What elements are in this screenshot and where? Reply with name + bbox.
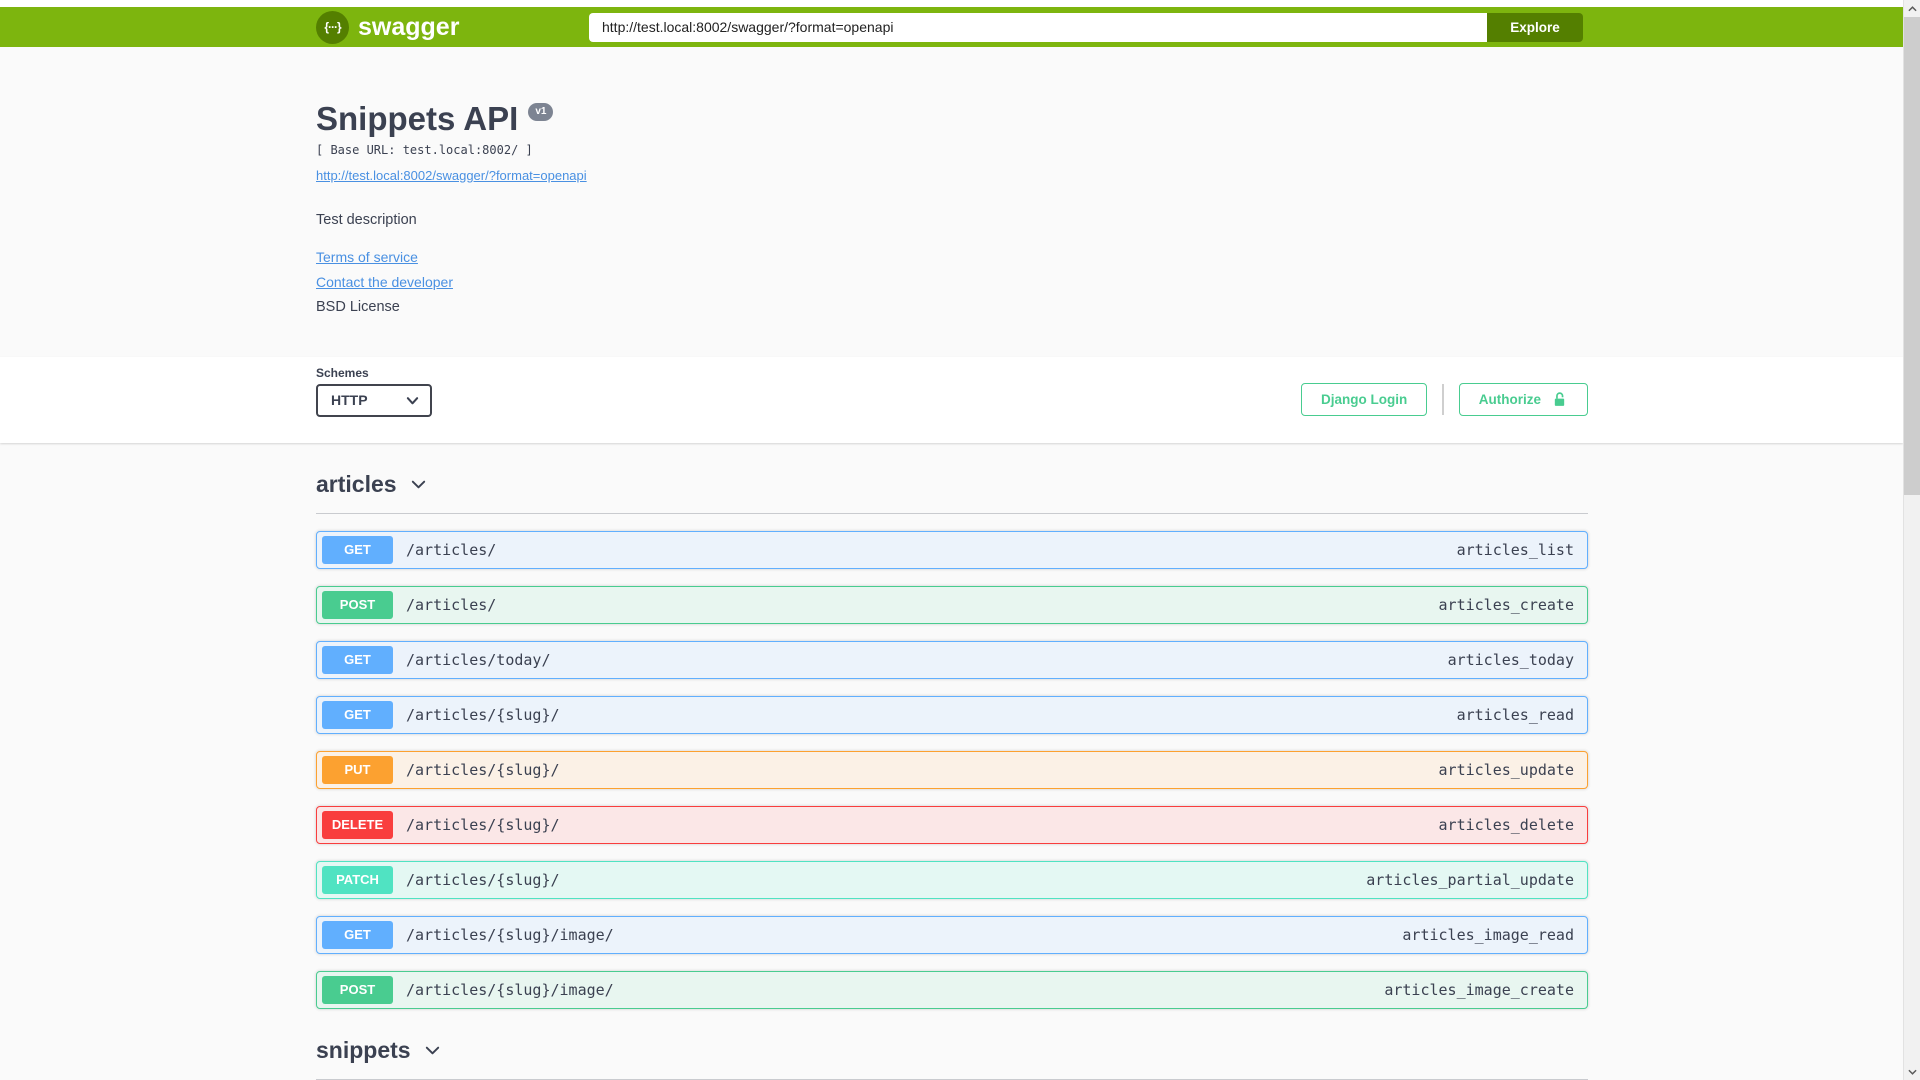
vertical-scrollbar[interactable] [1903, 0, 1920, 1080]
section-header-articles[interactable]: articles [316, 470, 1588, 514]
method-badge-patch: PATCH [322, 865, 393, 894]
spec-link[interactable]: http://test.local:8002/swagger/?format=o… [316, 168, 587, 183]
method-badge-post: POST [322, 590, 393, 619]
chevron-down-icon [411, 480, 425, 489]
opblock-articles_list[interactable]: GET/articles/articles_list [316, 530, 1588, 569]
api-section-snippets: snippetsGET/snippets/snippets_list [316, 1009, 1588, 1080]
schemes-label: Schemes [316, 365, 369, 380]
schemes-block: Schemes HTTP [316, 357, 432, 417]
operation-path: /articles/{slug}/ [406, 705, 560, 724]
auth-divider [1442, 384, 1444, 416]
api-title-text: Snippets API [316, 100, 519, 137]
opblock-articles_update[interactable]: PUT/articles/{slug}/ articles_update [316, 750, 1588, 789]
method-badge-put: PUT [322, 755, 393, 784]
operation-path: /articles/{slug}/image/ [406, 925, 614, 944]
license-text: BSD License [316, 298, 400, 315]
api-info-section: Snippets API v1 [ Base URL: test.local:8… [0, 47, 1903, 357]
opblock-articles_create[interactable]: POST/articles/articles_create [316, 585, 1588, 624]
section-title: articles [316, 470, 397, 497]
swagger-logo-icon: {···} [316, 10, 349, 44]
authorize-label: Authorize [1478, 392, 1541, 408]
chevron-down-icon [406, 397, 419, 405]
operation-path: /articles/ [406, 595, 497, 614]
operation-id: articles_image_read [1402, 925, 1574, 944]
method-badge-get: GET [322, 535, 393, 564]
topbar: {···} swagger Explore [0, 7, 1903, 47]
operation-path: /articles/{slug}/image/ [406, 980, 614, 999]
operation-path: /articles/today/ [406, 650, 551, 669]
django-login-button[interactable]: Django Login [1301, 383, 1428, 417]
operation-path: /articles/{slug}/ [406, 760, 560, 779]
scrollbar-up-arrow-icon[interactable] [1904, 0, 1920, 17]
schemes-selected-value: HTTP [331, 392, 368, 409]
base-url: [ Base URL: test.local:8002/ ] [316, 142, 533, 157]
opblock-articles_today[interactable]: GET/articles/today/articles_today [316, 640, 1588, 679]
scheme-container: Schemes HTTP Django Login Authorize [0, 356, 1903, 443]
operation-id: articles_update [1438, 760, 1574, 779]
operation-id: articles_today [1447, 650, 1574, 669]
operation-id: articles_delete [1438, 815, 1574, 834]
operation-path: /articles/{slug}/ [406, 815, 560, 834]
operations-area: articles GET/articles/articles_list POST/a… [316, 443, 1588, 1080]
opblock-articles_read[interactable]: GET/articles/{slug}/ articles_read [316, 695, 1588, 734]
opblock-articles_image_read[interactable]: GET/articles/{slug}/image/articles_image… [316, 915, 1588, 954]
page-title: Snippets API v1 [316, 100, 1588, 138]
schemes-select[interactable]: HTTP [316, 383, 432, 417]
scrollbar-down-arrow-icon[interactable] [1904, 1063, 1920, 1080]
terms-of-service-link[interactable]: Terms of service [316, 249, 418, 265]
operation-id: articles_list [1456, 540, 1574, 559]
operation-id: articles_create [1438, 595, 1574, 614]
method-badge-post: POST [322, 975, 393, 1004]
spec-url-form: Explore [589, 12, 1583, 42]
method-badge-get: GET [322, 920, 393, 949]
api-description: Test description [316, 211, 417, 228]
brand-name: swagger [358, 12, 460, 41]
swagger-ui-page: {···} swagger Explore Snippets API v1 [ … [0, 0, 1920, 1080]
method-badge-delete: DELETE [322, 810, 393, 839]
method-badge-get: GET [322, 645, 393, 674]
django-login-label: Django Login [1321, 392, 1408, 408]
opblock-articles_image_create[interactable]: POST/articles/{slug}/image/articles_imag… [316, 970, 1588, 1009]
unlocked-padlock-icon [1554, 392, 1565, 407]
api-section-articles: articles GET/articles/articles_list POST/a… [316, 443, 1588, 1009]
swagger-brand: {···} swagger [316, 10, 460, 44]
spec-url-input[interactable] [589, 12, 1487, 42]
operation-path: /articles/ [406, 540, 497, 559]
scrollbar-thumb[interactable] [1904, 17, 1920, 495]
opblock-articles_partial_update[interactable]: PATCH/articles/{slug}/ articles_partial_u… [316, 860, 1588, 899]
operation-id: articles_partial_update [1366, 870, 1574, 889]
operation-path: /articles/{slug}/ [406, 870, 560, 889]
section-header-snippets[interactable]: snippets [316, 1036, 1588, 1080]
section-title: snippets [316, 1036, 411, 1063]
operation-id: articles_image_create [1384, 980, 1574, 999]
opblock-articles_delete[interactable]: DELETE/articles/{slug}/ articles_delete [316, 805, 1588, 844]
method-badge-get: GET [322, 700, 393, 729]
auth-wrapper: Django Login Authorize [1301, 383, 1588, 417]
contact-developer-link[interactable]: Contact the developer [316, 274, 453, 290]
authorize-button[interactable]: Authorize [1458, 383, 1588, 417]
operation-id: articles_read [1456, 705, 1574, 724]
version-badge: v1 [528, 103, 554, 121]
top-white-strip [0, 0, 1903, 7]
chevron-down-icon [425, 1046, 439, 1055]
explore-button[interactable]: Explore [1487, 12, 1583, 42]
